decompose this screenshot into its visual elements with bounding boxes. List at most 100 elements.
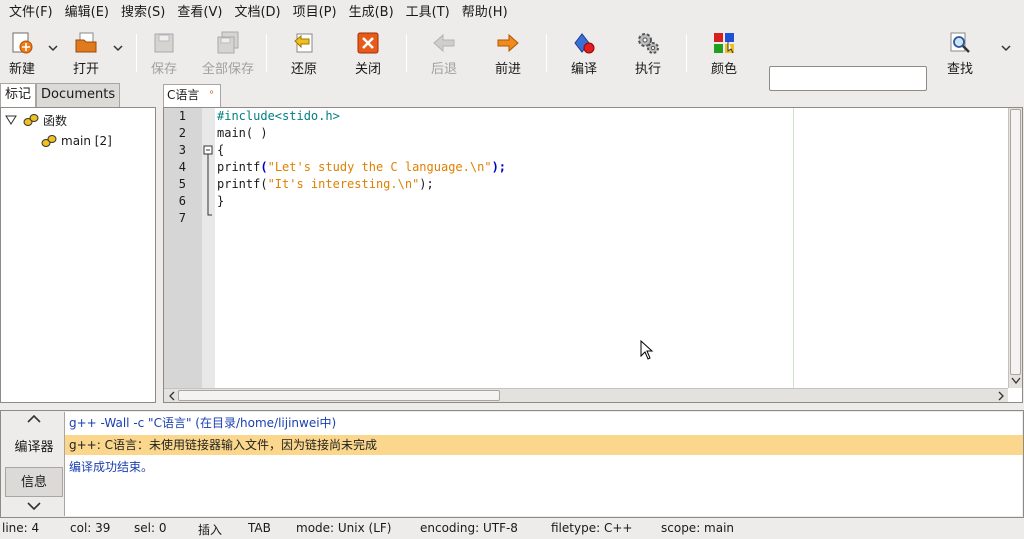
tree-group-functions[interactable]: 函数 — [5, 111, 67, 129]
status-line-endings: mode: Unix (LF) — [296, 521, 392, 535]
forward-arrow-icon — [495, 30, 521, 56]
line-number: 1 — [178, 109, 186, 123]
compiler-output: g++ -Wall -c "C语言" (在目录/home/lijinwei中) … — [64, 412, 1023, 516]
tab-compiler[interactable]: 编译器 — [5, 433, 63, 463]
line-number: 4 — [178, 160, 186, 174]
code-line-4: printf("Let's study the C language.\n"); — [217, 160, 507, 174]
menu-edit[interactable]: 编辑(E) — [59, 1, 115, 25]
save-all-button[interactable]: 全部保存 — [200, 30, 256, 78]
revert-button[interactable]: 还原 — [288, 30, 320, 78]
scroll-left-arrow-icon[interactable] — [167, 390, 177, 402]
message-tabs-down-button[interactable] — [5, 499, 63, 517]
menu-tools[interactable]: 工具(T) — [400, 1, 456, 25]
vertical-scroll-thumb[interactable] — [1010, 109, 1021, 375]
revert-icon — [291, 30, 317, 56]
menu-search[interactable]: 搜索(S) — [115, 1, 171, 25]
code-line-2: main( ) — [217, 126, 268, 140]
message-window: 编译器 信息 g++ -Wall -c "C语言" (在目录/home/liji… — [0, 410, 1024, 518]
code-editor[interactable]: 1 2 3 4 5 6 7 #include<stido.h> main( ) … — [163, 107, 1023, 403]
status-bar: line: 4 col: 39 sel: 0 插入 TAB mode: Unix… — [0, 519, 1024, 539]
code-line-1: #include<stido.h> — [217, 109, 340, 123]
compiler-message-command[interactable]: g++ -Wall -c "C语言" (在目录/home/lijinwei中) — [65, 413, 1023, 433]
line-number: 3 — [178, 143, 186, 157]
new-dropdown-icon[interactable] — [47, 42, 59, 54]
mouse-pointer-icon — [640, 340, 654, 360]
line-number: 2 — [178, 126, 186, 140]
new-button[interactable]: 新建 — [6, 30, 38, 78]
menu-project[interactable]: 项目(P) — [287, 1, 343, 25]
status-column: col: 39 — [70, 521, 111, 535]
editor-horizontal-scrollbar[interactable] — [164, 388, 1008, 402]
toolbar-overflow-icon[interactable] — [1000, 42, 1012, 54]
close-icon — [355, 30, 381, 56]
status-line: line: 4 — [2, 521, 40, 535]
open-folder-icon — [73, 30, 99, 56]
status-filetype: filetype: C++ — [551, 521, 633, 535]
toolbar-separator — [136, 34, 137, 72]
compiler-message-warning[interactable]: g++: C语言：未使用链接器输入文件，因为链接尚未完成 — [65, 435, 1023, 455]
execute-gears-icon — [635, 30, 661, 56]
code-line-3: { — [217, 143, 225, 157]
chevron-up-icon — [27, 414, 41, 423]
line-number: 7 — [178, 211, 186, 225]
close-button[interactable]: 关闭 — [352, 30, 384, 78]
menu-view[interactable]: 查看(V) — [171, 1, 228, 25]
tab-messages[interactable]: 信息 — [5, 467, 63, 497]
search-input[interactable] — [769, 66, 927, 91]
save-disk-icon — [151, 30, 177, 56]
find-button[interactable]: 查找 — [944, 30, 976, 78]
modified-indicator-icon: ° — [209, 90, 214, 101]
save-all-disk-icon — [215, 30, 241, 56]
color-palette-icon — [711, 30, 737, 56]
editor-vertical-scrollbar[interactable] — [1008, 108, 1022, 388]
execute-button[interactable]: 执行 — [632, 30, 664, 78]
tab-symbols[interactable]: 标记 — [0, 83, 37, 107]
toolbar-separator — [546, 34, 547, 72]
compile-icon — [571, 30, 597, 56]
status-encoding: encoding: UTF-8 — [420, 521, 518, 535]
tab-documents[interactable]: Documents — [36, 83, 121, 107]
forward-button[interactable]: 前进 — [492, 30, 524, 78]
function-symbol-icon — [41, 135, 57, 147]
expander-down-icon[interactable] — [5, 114, 17, 126]
find-magnifier-icon — [947, 30, 973, 56]
line-number-gutter: 1 2 3 4 5 6 7 — [164, 108, 202, 388]
code-line-5: printf("It's interesting.\n"); — [217, 177, 434, 191]
tree-item-main[interactable]: main [2] — [41, 132, 112, 150]
status-insert-mode: 插入 — [198, 523, 223, 537]
toolbar: 新建 打开 保存 全部保存 还原 关闭 后退 前进 编译 执行 颜色 查找 — [0, 26, 1024, 91]
status-scope: scope: main — [661, 521, 735, 535]
fold-margin — [202, 108, 215, 388]
line-number: 5 — [178, 177, 186, 191]
function-symbol-icon — [23, 114, 39, 126]
sidebar-tabs: 标记 Documents — [0, 83, 121, 107]
chevron-down-icon — [27, 502, 41, 511]
menu-build[interactable]: 生成(B) — [343, 1, 400, 25]
line-number: 6 — [178, 194, 186, 208]
toolbar-separator — [406, 34, 407, 72]
menu-help[interactable]: 帮助(H) — [456, 1, 514, 25]
tab-document-c[interactable]: C语言 ° — [163, 84, 221, 107]
scroll-down-arrow-icon[interactable] — [1010, 376, 1022, 386]
color-button[interactable]: 颜色 — [708, 30, 740, 78]
toolbar-separator — [266, 34, 267, 72]
compile-button[interactable]: 编译 — [568, 30, 600, 78]
open-dropdown-icon[interactable] — [112, 42, 124, 54]
horizontal-scroll-thumb[interactable] — [178, 390, 500, 401]
compiler-message-result[interactable]: 编译成功结束。 — [65, 457, 1023, 477]
menu-file[interactable]: 文件(F) — [3, 1, 59, 25]
long-line-marker — [793, 108, 794, 388]
symbol-tree: 函数 main [2] — [0, 107, 156, 403]
open-button[interactable]: 打开 — [70, 30, 102, 78]
menu-document[interactable]: 文档(D) — [228, 1, 286, 25]
menu-bar: 文件(F) 编辑(E) 搜索(S) 查看(V) 文档(D) 项目(P) 生成(B… — [0, 0, 1024, 26]
save-button[interactable]: 保存 — [148, 30, 180, 78]
back-button[interactable]: 后退 — [428, 30, 460, 78]
message-tabs-up-button[interactable] — [5, 411, 63, 431]
fold-collapse-icon[interactable] — [202, 108, 215, 228]
new-file-icon — [9, 30, 35, 56]
code-line-6: } — [217, 194, 225, 208]
scroll-right-arrow-icon[interactable] — [996, 390, 1006, 402]
status-selection: sel: 0 — [134, 521, 167, 535]
back-arrow-icon — [431, 30, 457, 56]
